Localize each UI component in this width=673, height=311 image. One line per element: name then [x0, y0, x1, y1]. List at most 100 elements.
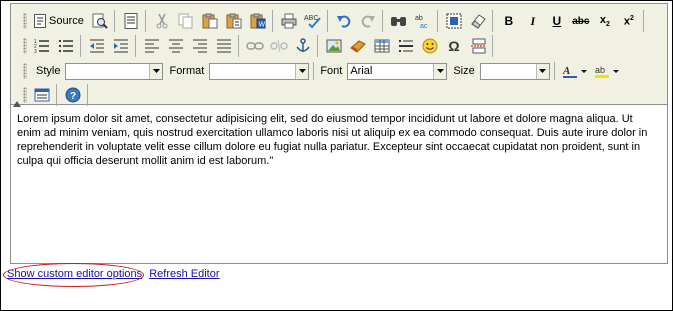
link-button[interactable] — [244, 36, 266, 56]
page-frame: Source W ABC ab ac B I U abc x2 x2 1 2 3… — [0, 0, 673, 311]
svg-text:A: A — [562, 65, 570, 77]
svg-text:?: ? — [70, 91, 76, 102]
select-all-button[interactable] — [443, 11, 465, 31]
omega-icon: Ω — [448, 38, 460, 54]
refresh-editor-link[interactable]: Refresh Editor — [149, 268, 219, 280]
replace-icon: abac — [415, 15, 428, 29]
spellcheck-button[interactable]: ABC — [302, 11, 324, 31]
special-char-button[interactable]: Ω — [443, 36, 465, 56]
format-dropdown-arrow-icon[interactable] — [295, 63, 309, 79]
style-select[interactable] — [65, 62, 164, 80]
svg-text:ac: ac — [420, 23, 428, 29]
collapse-toolbar-icon[interactable] — [13, 97, 21, 107]
templates-group — [119, 10, 146, 32]
clipboard-group: W — [150, 10, 273, 32]
document-group: Source — [30, 10, 115, 32]
size-dropdown-arrow-icon[interactable] — [535, 63, 549, 79]
align-right-button[interactable] — [189, 36, 211, 56]
toolbar-grip[interactable] — [23, 63, 27, 79]
align-center-button[interactable] — [165, 36, 187, 56]
superscript-button[interactable]: x2 — [618, 11, 640, 31]
help-button[interactable]: ? — [62, 85, 84, 105]
toolbar-row-2: 123 Ω — [23, 35, 497, 57]
replace-button[interactable]: ab ac — [412, 11, 434, 31]
format-select[interactable] — [209, 62, 310, 80]
size-select[interactable] — [479, 62, 550, 80]
editor-body-text: Lorem ipsum dolor sit amet, consectetur … — [17, 113, 648, 167]
size-label: Size — [453, 65, 475, 77]
bold-button[interactable]: B — [498, 11, 520, 31]
bulleted-list-button[interactable] — [55, 36, 77, 56]
indent-group — [85, 35, 136, 57]
links-group — [243, 35, 318, 57]
underline-button[interactable]: U — [546, 11, 568, 31]
flash-button[interactable] — [347, 36, 369, 56]
tools-group — [30, 84, 57, 106]
link-icon — [246, 42, 264, 50]
editor-content-area[interactable]: Lorem ipsum dolor sit amet, consectetur … — [17, 112, 657, 168]
templates-icon — [124, 13, 138, 29]
image-button[interactable] — [323, 36, 345, 56]
paste-word-button[interactable]: W — [247, 11, 269, 31]
paste-text-icon — [226, 13, 242, 29]
strike-button[interactable]: abc — [570, 11, 592, 31]
justify-button[interactable] — [213, 36, 235, 56]
maximize-button[interactable] — [31, 85, 53, 105]
find-icon — [390, 17, 406, 26]
page-break-button[interactable] — [467, 36, 489, 56]
table-button[interactable] — [371, 36, 393, 56]
paste-icon — [202, 13, 218, 29]
help-icon: ? — [65, 87, 81, 103]
underline-icon: U — [552, 14, 562, 28]
font-value: Arial — [350, 65, 373, 77]
anchor-button[interactable] — [292, 36, 314, 56]
remove-format-button[interactable] — [467, 11, 489, 31]
outdent-button[interactable] — [86, 36, 108, 56]
style-label: Style — [36, 65, 61, 77]
preview-button[interactable] — [89, 11, 111, 31]
undo-icon — [336, 15, 351, 28]
svg-text:W: W — [258, 22, 265, 29]
toolbar-grip[interactable] — [23, 38, 27, 54]
background-color-button[interactable]: ab — [592, 61, 622, 81]
find-button[interactable] — [388, 11, 410, 31]
text-color-button[interactable]: A — [560, 61, 590, 81]
paste-button[interactable] — [199, 11, 221, 31]
cut-button[interactable] — [151, 11, 173, 31]
subscript-button[interactable]: x2 — [594, 11, 616, 31]
italic-button[interactable]: I — [522, 11, 544, 31]
redo-button[interactable] — [357, 11, 379, 31]
insert-group: Ω — [322, 35, 493, 57]
toolbar-row-4: ? — [23, 84, 92, 106]
font-select[interactable]: Arial — [347, 62, 448, 80]
image-icon — [326, 39, 342, 53]
smiley-icon — [422, 38, 438, 54]
toolbar-grip[interactable] — [23, 87, 27, 103]
undo-redo-group — [332, 10, 383, 32]
horizontal-rule-icon — [399, 40, 413, 52]
templates-button[interactable] — [120, 11, 142, 31]
align-left-button[interactable] — [141, 36, 163, 56]
toolbar-row-3: Style Format Font Arial Size A ab — [23, 60, 623, 82]
table-icon — [374, 39, 390, 53]
highlight-color-icon: ab — [594, 65, 619, 78]
toolbar-grip[interactable] — [23, 13, 27, 29]
editor-toolbar: Source W ABC ab ac B I U abc x2 x2 1 2 3… — [11, 4, 667, 107]
numbered-list-button[interactable]: 123 — [31, 36, 53, 56]
smiley-button[interactable] — [419, 36, 441, 56]
paste-text-button[interactable] — [223, 11, 245, 31]
bold-icon: B — [504, 14, 514, 28]
print-button[interactable] — [278, 11, 300, 31]
list-group: 123 — [30, 35, 81, 57]
undo-button[interactable] — [333, 11, 355, 31]
align-right-icon — [193, 39, 207, 53]
source-button[interactable]: Source — [31, 11, 87, 31]
horizontal-rule-button[interactable] — [395, 36, 417, 56]
font-dropdown-arrow-icon[interactable] — [433, 63, 447, 79]
show-custom-options-link[interactable]: Show custom editor options — [7, 268, 142, 280]
outdent-icon — [90, 39, 104, 53]
copy-button[interactable] — [175, 11, 197, 31]
style-dropdown-arrow-icon[interactable] — [149, 63, 163, 79]
unlink-button[interactable] — [268, 36, 290, 56]
indent-button[interactable] — [110, 36, 132, 56]
